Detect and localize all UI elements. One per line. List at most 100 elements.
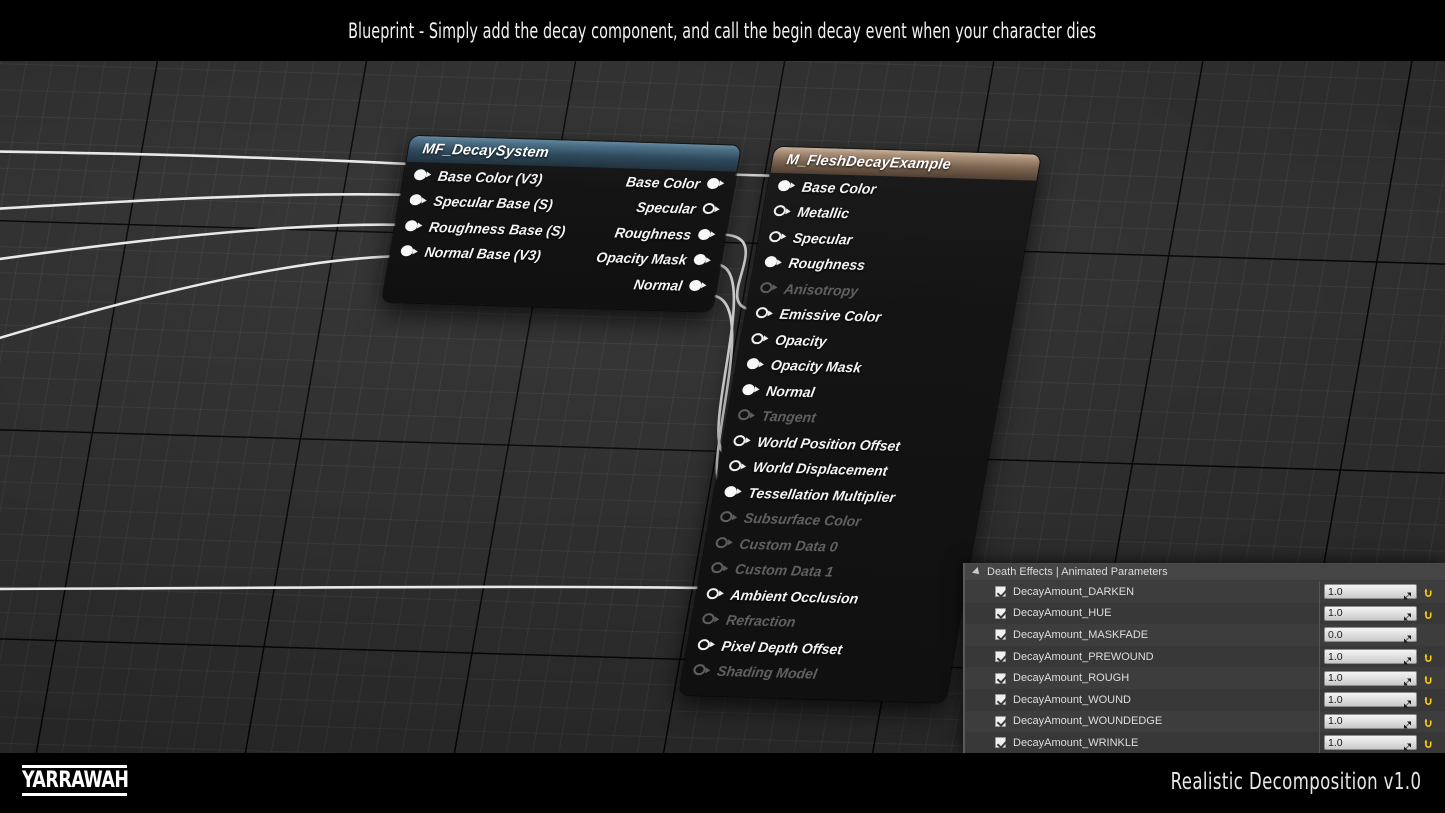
param-value-input[interactable]: 1.0 (1324, 735, 1417, 751)
param-row[interactable]: DecayAmount_HUE 1.0 (965, 602, 1445, 625)
param-row[interactable]: DecayAmount_ROUGH 1.0 (965, 667, 1445, 689)
pin-row[interactable]: Normal Base (V3) (389, 238, 589, 269)
pin-icon (692, 664, 711, 677)
param-value-input[interactable]: 1.0 (1324, 605, 1417, 621)
pin-row[interactable]: Specular (593, 193, 732, 223)
param-value-cell: 1.0 (1319, 732, 1445, 754)
pin-icon[interactable] (705, 587, 725, 601)
pin-row[interactable]: Normal (580, 270, 719, 300)
pin-icon[interactable] (706, 177, 725, 191)
reset-to-default-icon[interactable] (1423, 737, 1434, 749)
pin-icon[interactable] (723, 485, 743, 499)
pin-icon[interactable] (763, 256, 783, 269)
param-value-input[interactable]: 1.0 (1324, 584, 1417, 600)
param-value-input[interactable]: 1.0 (1324, 649, 1417, 665)
param-value-cell: 1.0 (1319, 710, 1445, 733)
pin-label: Normal (632, 275, 684, 294)
param-value-text: 0.0 (1328, 628, 1343, 641)
pin-label: Anisotropy (782, 280, 860, 299)
param-category-header[interactable]: Death Effects | Animated Parameters (965, 564, 1445, 581)
pin-label: Opacity Mask (769, 356, 863, 376)
drag-resize-icon[interactable] (1403, 609, 1412, 621)
chevron-down-icon[interactable] (972, 567, 982, 577)
param-row[interactable]: DecayAmount_WOUND 1.0 (965, 688, 1445, 711)
pin-row[interactable]: Opacity Mask (584, 244, 723, 274)
pin-label: Base Color (V3) (436, 167, 544, 187)
pin-row[interactable]: Roughness (589, 219, 728, 249)
drag-resize-icon[interactable] (1403, 587, 1412, 600)
param-row[interactable]: DecayAmount_PREWOUND 1.0 (965, 645, 1445, 668)
param-checkbox[interactable] (995, 607, 1006, 619)
pin-label: Custom Data 1 (733, 560, 835, 580)
pin-label: Emissive Color (778, 305, 883, 326)
param-value-text: 1.0 (1328, 672, 1343, 685)
pin-icon[interactable] (746, 358, 765, 371)
pin-label: Specular (635, 199, 698, 217)
reset-to-default-icon[interactable] (1423, 651, 1434, 662)
param-name: DecayAmount_WOUNDEDGE (1013, 715, 1163, 728)
param-value-input[interactable]: 1.0 (1324, 713, 1417, 729)
pin-icon (710, 562, 729, 575)
pin-icon[interactable] (399, 245, 419, 258)
pin-icon[interactable] (772, 205, 792, 218)
pin-icon[interactable] (692, 254, 712, 267)
pin-icon (719, 511, 738, 524)
param-row[interactable]: DecayAmount_DARKEN 1.0 (965, 581, 1445, 603)
drag-resize-icon[interactable] (1403, 652, 1412, 665)
param-row[interactable]: DecayAmount_WRINKLE 1.0 (965, 732, 1445, 754)
param-value-text: 1.0 (1328, 650, 1343, 663)
pin-icon[interactable] (413, 168, 432, 182)
param-value-text: 1.0 (1328, 715, 1343, 728)
pin-icon (714, 536, 734, 550)
reset-to-default-icon[interactable] (1423, 586, 1434, 598)
pin-icon[interactable] (688, 279, 707, 293)
pin-label: Subsurface Color (742, 509, 863, 530)
param-value-input[interactable]: 0.0 (1324, 627, 1417, 643)
pin-icon[interactable] (408, 194, 428, 207)
drag-resize-icon[interactable] (1403, 630, 1412, 643)
reset-to-default-icon[interactable] (1423, 673, 1434, 684)
reset-to-default-icon[interactable] (1423, 716, 1434, 727)
param-row[interactable]: DecayAmount_WOUNDEDGE 1.0 (965, 710, 1445, 733)
param-checkbox[interactable] (995, 651, 1006, 663)
reset-to-default-icon[interactable] (1423, 608, 1434, 619)
param-checkbox[interactable] (995, 737, 1006, 749)
param-value-cell: 0.0 (1319, 624, 1445, 646)
pin-label: Roughness (613, 224, 693, 243)
pin-row[interactable]: Base Color (598, 168, 737, 198)
pin-icon[interactable] (777, 179, 796, 193)
node-mf-decaysystem[interactable]: MF_DecaySystem Base Color (V3) Specular … (381, 135, 741, 312)
pin-label: Tangent (760, 407, 818, 426)
param-checkbox[interactable] (995, 715, 1006, 727)
pin-icon[interactable] (404, 219, 423, 233)
pin-icon[interactable] (701, 203, 721, 216)
pin-icon[interactable] (768, 230, 787, 244)
pin-icon[interactable] (728, 460, 747, 473)
drag-resize-icon[interactable] (1403, 695, 1412, 708)
param-row[interactable]: DecayAmount_MASKFADE 0.0 (965, 624, 1445, 646)
reset-to-default-icon[interactable] (1423, 694, 1434, 706)
pin-icon[interactable] (697, 228, 716, 242)
pin-icon[interactable] (750, 332, 770, 346)
pin-label: Opacity (773, 331, 829, 350)
pin-label: World Position Offset (756, 433, 902, 454)
pin-icon[interactable] (696, 638, 716, 652)
animated-parameters-panel[interactable]: Death Effects | Animated Parameters Deca… (963, 563, 1445, 755)
param-checkbox[interactable] (995, 672, 1006, 684)
pin-icon[interactable] (754, 307, 774, 320)
param-value-cell: 1.0 (1319, 688, 1445, 711)
pin-icon[interactable] (741, 383, 761, 397)
drag-resize-icon[interactable] (1403, 674, 1412, 686)
drag-resize-icon[interactable] (1403, 717, 1412, 729)
pin-icon[interactable] (732, 434, 752, 448)
pin-label: Roughness Base (S) (427, 218, 567, 239)
param-checkbox[interactable] (995, 629, 1006, 641)
param-checkbox[interactable] (995, 694, 1006, 706)
pin-label: Tessellation Multiplier (747, 484, 897, 505)
pin-label: Specular Base (S) (432, 193, 555, 213)
pin-label: Normal (765, 382, 817, 400)
param-value-input[interactable]: 1.0 (1324, 692, 1417, 708)
drag-resize-icon[interactable] (1403, 738, 1412, 751)
param-value-input[interactable]: 1.0 (1324, 670, 1417, 686)
param-checkbox[interactable] (995, 586, 1006, 598)
